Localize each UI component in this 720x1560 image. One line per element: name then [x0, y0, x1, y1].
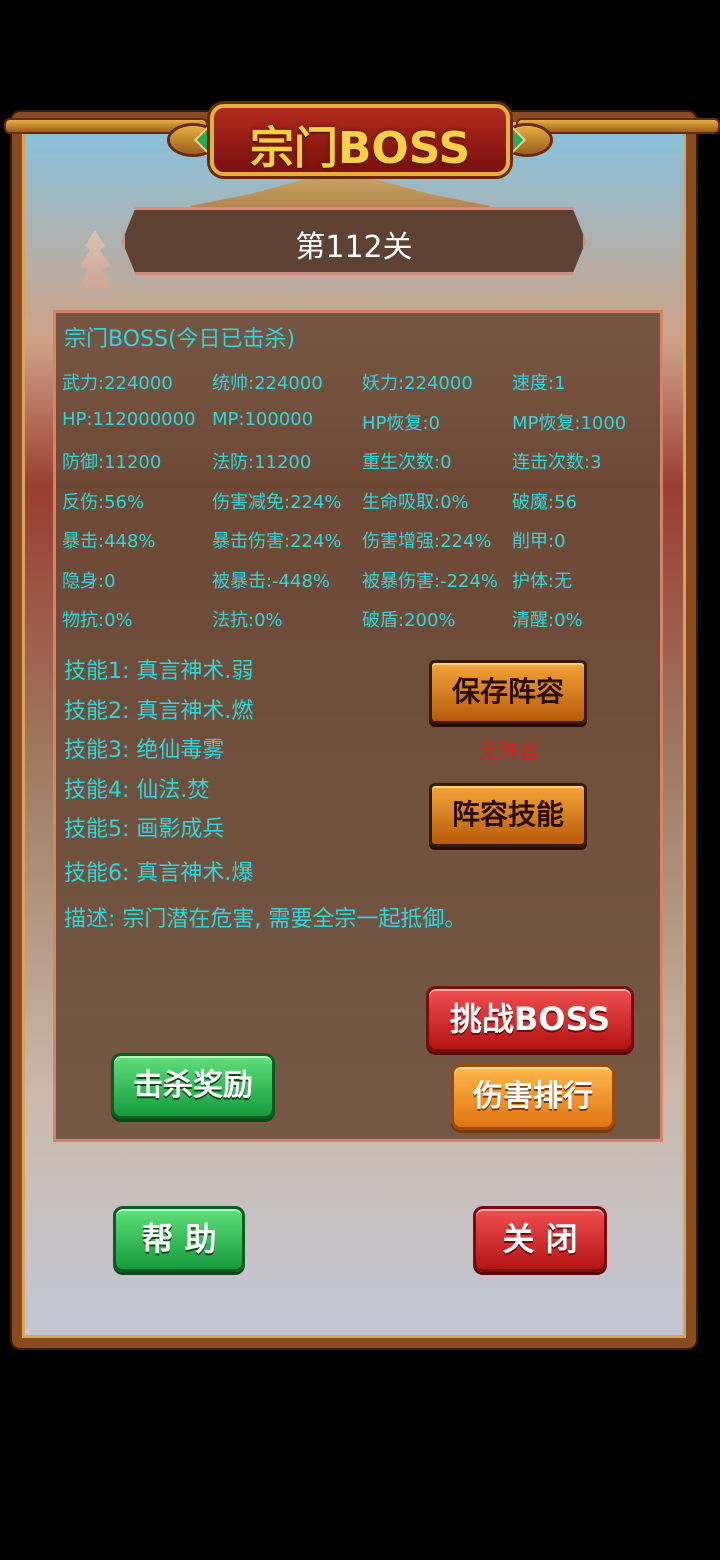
stat-value: 清醒:0% [512, 610, 583, 631]
lineup-skill-button[interactable]: 阵容技能 [429, 783, 587, 847]
stage-label: 第112关 [295, 230, 413, 265]
stat-value: 法防:11200 [212, 452, 312, 473]
stat-value: 连击次数:3 [512, 452, 602, 473]
stat-value: 重生次数:0 [362, 452, 452, 473]
stat-value: 反伤:56% [62, 491, 145, 513]
stat-value: 暴击:448% [62, 531, 156, 552]
help-button[interactable]: 帮 助 [113, 1206, 245, 1272]
title-plate: 宗门BOSS [210, 104, 510, 176]
stat-value: HP:112000000 [62, 408, 196, 430]
stat-row: HP:112000000 MP:100000 HP恢复:0 MP恢复:1000 [62, 409, 662, 449]
boss-description: 描述: 宗门潜在危害, 需要全宗一起抵御。 [64, 907, 467, 932]
stat-row: 武力:224000 统帅:224000 妖力:224000 速度:1 [62, 369, 662, 409]
stat-value: 削甲:0 [512, 531, 566, 552]
skill-item: 技能4: 仙法.焚 [64, 777, 210, 803]
stat-value: MP:100000 [212, 408, 314, 430]
kill-reward-button[interactable]: 击杀奖励 [111, 1053, 275, 1119]
stat-value: 武力:224000 [62, 373, 173, 394]
skill-item: 技能3: 绝仙毒雾 [64, 738, 225, 763]
skill-item: 技能2: 真言神术.燃 [64, 698, 254, 724]
stat-value: 防御:11200 [62, 452, 162, 473]
stat-value: 法抗:0% [212, 610, 283, 631]
skill-item: 技能6: 真言神术.爆 [64, 860, 254, 886]
skill-list: 技能1: 真言神术.弱 技能2: 真言神术.燃 技能3: 绝仙毒雾 技能4: 仙… [64, 653, 253, 894]
stat-row: 防御:11200 法防:11200 重生次数:0 连击次数:3 [62, 448, 662, 488]
stats-grid: 武力:224000 统帅:224000 妖力:224000 速度:1 HP:11… [62, 369, 662, 646]
stat-value: 物抗:0% [62, 610, 133, 631]
stage-plate: 第112关 [122, 207, 586, 275]
stat-value: 伤害减免:224% [212, 491, 342, 513]
close-button[interactable]: 关 闭 [473, 1206, 607, 1272]
stat-value: 被暴击:-448% [212, 570, 331, 592]
stat-value: 破魔:56 [512, 491, 577, 513]
boss-name: 宗门BOSS(今日已击杀) [64, 327, 296, 352]
skill-item: 技能1: 真言神术.弱 [64, 659, 254, 684]
stat-value: 伤害增强:224% [362, 531, 492, 552]
stat-value: 隐身:0 [62, 570, 116, 592]
lineup-status: 无阵容 [479, 739, 539, 763]
stat-row: 隐身:0 被暴击:-448% 被暴伤害:-224% 护体:无 [62, 567, 662, 607]
stat-value: 生命吸取:0% [362, 491, 469, 513]
stat-value: HP恢复:0 [362, 412, 440, 434]
title-banner: 宗门BOSS [170, 98, 550, 182]
stat-row: 反伤:56% 伤害减免:224% 生命吸取:0% 破魔:56 [62, 488, 662, 528]
stat-value: 速度:1 [512, 373, 566, 394]
stat-row: 物抗:0% 法抗:0% 破盾:200% 清醒:0% [62, 606, 662, 646]
stat-value: 护体:无 [512, 570, 573, 592]
stat-value: MP恢复:1000 [512, 412, 627, 434]
stat-value: 统帅:224000 [212, 373, 323, 394]
boss-info-panel: 宗门BOSS(今日已击杀) 武力:224000 统帅:224000 妖力:224… [53, 310, 663, 1142]
skill-item: 技能5: 画影成兵 [64, 817, 225, 842]
stat-value: 暴击伤害:224% [212, 531, 342, 552]
stat-value: 被暴伤害:-224% [362, 570, 499, 592]
save-lineup-button[interactable]: 保存阵容 [429, 660, 587, 724]
challenge-boss-button[interactable]: 挑战BOSS [426, 986, 634, 1052]
stat-value: 破盾:200% [362, 610, 456, 631]
window-title: 宗门BOSS [249, 123, 471, 174]
stat-row: 暴击:448% 暴击伤害:224% 伤害增强:224% 削甲:0 [62, 527, 662, 567]
damage-rank-button[interactable]: 伤害排行 [451, 1064, 615, 1130]
stat-value: 妖力:224000 [362, 373, 473, 394]
